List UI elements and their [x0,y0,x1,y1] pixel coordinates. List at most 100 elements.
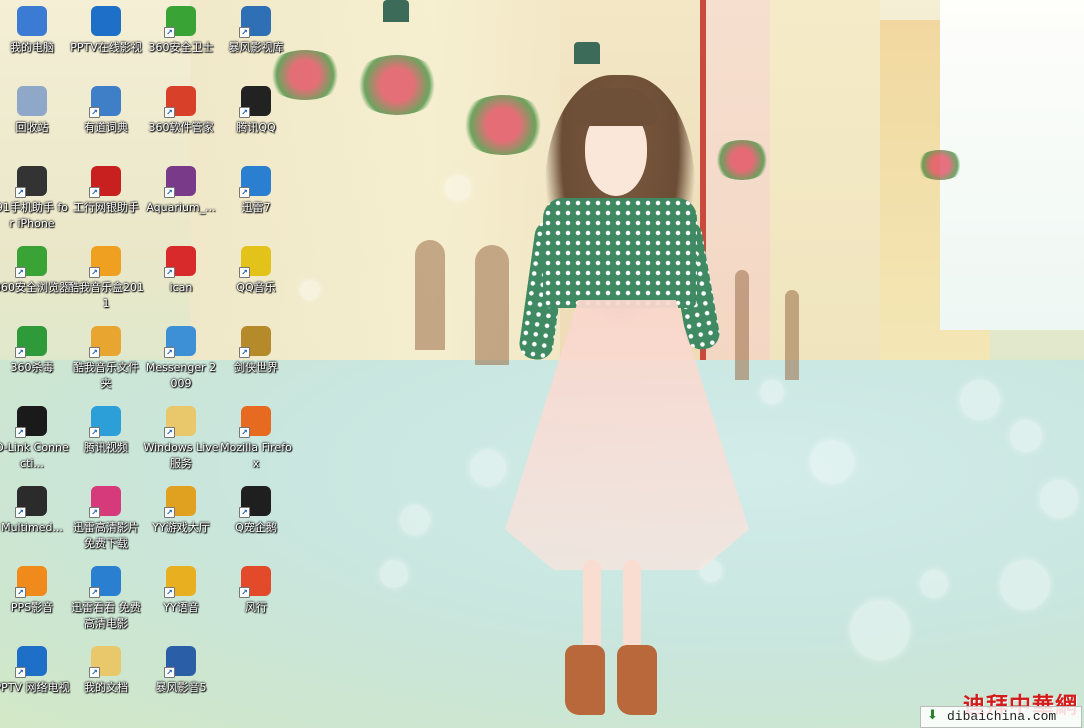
shortcut-arrow-icon: ↗ [164,507,175,518]
desktop-icon[interactable]: ↗ 工行网银助手 [68,160,144,238]
desktop-icon[interactable]: ↗ D-Link Connecti... [0,400,70,478]
desktop-icon[interactable]: ↗ Mozilla Firefox [218,400,294,478]
desktop-icon[interactable]: ↗ 腾讯视频 [68,400,144,478]
storm-video-icon: ↗ [239,6,271,38]
wallpaper-flowers [352,55,442,115]
shortcut-arrow-icon: ↗ [239,267,250,278]
desktop-icon[interactable]: ↗ Aquarium_... [143,160,219,238]
desktop-icon-label: 腾讯视频 [84,441,128,454]
desktop-icon[interactable]: ↗ PPTV 网络电视 [0,640,70,718]
yy-voice-icon: ↗ [164,566,196,598]
desktop-icon[interactable]: ↗ Windows Live 服务 [143,400,219,478]
desktop-icon-label: 工行网银助手 [73,201,139,214]
desktop-icon[interactable]: ↗ 风行 [218,560,294,638]
jianxia-game-icon: ↗ [239,326,271,358]
wallpaper-girl-illustration [505,70,755,728]
desktop-icon[interactable]: ↗ QQ音乐 [218,240,294,318]
bokeh-light [960,380,1000,420]
desktop-icon-label: PPTV在线影视 [70,41,142,54]
desktop-icon[interactable]: ↗ ican [143,240,219,318]
wallpaper-window [475,245,509,365]
desktop-icon-label: Multimed... [1,521,63,534]
desktop-icon[interactable]: ↗ 360安全卫士 [143,0,219,78]
desktop-icon-label: 迅雷看看 免费高清电影 [71,601,141,630]
desktop-icon[interactable]: ↗ 暴风影视库 [218,0,294,78]
archive-icon: ↗ [164,166,196,198]
desktop-icon-label: 360安全卫士 [148,41,214,54]
wallpaper-flowers [915,150,965,180]
q-pet-penguin-icon: ↗ [239,486,271,518]
funshion-icon: ↗ [239,566,271,598]
kuwo-folder-icon: ↗ [89,326,121,358]
desktop-icon[interactable]: ↗ 360杀毒 [0,320,70,398]
desktop-icon[interactable]: PPTV在线影视 [68,0,144,78]
pps-icon: ↗ [15,566,47,598]
shortcut-arrow-icon: ↗ [89,667,100,678]
desktop-icon[interactable]: ↗ 360软件管家 [143,80,219,158]
download-arrow-icon: ⬇ [927,708,938,723]
desktop-icon[interactable]: ↗ 暴风影音5 [143,640,219,718]
desktop-icon-label: Mozilla Firefox [220,441,292,470]
bokeh-light [445,175,471,201]
desktop-icon[interactable]: ↗ 迅雷7 [218,160,294,238]
phone-assistant-icon: ↗ [15,166,47,198]
desktop-icon-label: 我的电脑 [10,41,54,54]
desktop-icon[interactable]: 我的电脑 [0,0,70,78]
desktop-icon[interactable]: 回收站 [0,80,70,158]
desktop-icon[interactable]: ↗ Messenger 2009 [143,320,219,398]
desktop-icon-label: Messenger 2009 [145,361,217,390]
shortcut-arrow-icon: ↗ [164,107,175,118]
shortcut-arrow-icon: ↗ [239,27,250,38]
desktop-icon-label: 暴风影视库 [228,41,284,54]
desktop-icon-label: 风行 [245,601,267,614]
shortcut-arrow-icon: ↗ [164,667,175,678]
computer-icon [17,6,47,36]
desktop-icon[interactable]: ↗ 腾讯QQ [218,80,294,158]
desktop-icon[interactable]: ↗ Multimed... [0,480,70,558]
desktop-icon[interactable]: ↗ 剑侠世界 [218,320,294,398]
desktop-icon[interactable]: ↗ 酷我音乐文件夹 [68,320,144,398]
kuwo-music-icon: ↗ [89,246,121,278]
desktop-icon[interactable]: ↗ 迅雷高清影片免费下载 [68,480,144,558]
icbc-icon: ↗ [89,166,121,198]
shortcut-arrow-icon: ↗ [164,187,175,198]
desktop-icon[interactable]: ↗ 360安全浏览器 [0,240,70,318]
desktop-icon-label: 91手机助手 for iPhone [0,201,69,230]
desktop-icon[interactable]: ↗ PPS影音 [0,560,70,638]
xunlei-kankan-icon: ↗ [89,566,121,598]
desktop-icon[interactable]: ↗ 有道词典 [68,80,144,158]
shortcut-arrow-icon: ↗ [164,587,175,598]
desktop-icon-label: 有道词典 [84,121,128,134]
wallpaper-lamp [383,0,409,22]
thunder-bird-icon: ↗ [239,166,271,198]
shortcut-arrow-icon: ↗ [164,427,175,438]
desktop-icon-label: 迅雷7 [241,201,271,214]
desktop-icon-label: D-Link Connecti... [0,441,69,470]
desktop-icon-label: 360安全浏览器 [0,281,70,294]
yy-game-icon: ↗ [164,486,196,518]
desktop-icon-label: 回收站 [15,121,49,134]
desktop-icon[interactable]: ↗ 91手机助手 for iPhone [0,160,70,238]
desktop-icon-label: Windows Live 服务 [143,441,219,470]
desktop-icon[interactable]: ↗ 我的文档 [68,640,144,718]
shortcut-arrow-icon: ↗ [15,507,26,518]
tencent-video-icon: ↗ [89,406,121,438]
desktop-icon[interactable]: ↗ 酷我音乐盒2011 [68,240,144,318]
qq-music-icon: ↗ [239,246,271,278]
desktop-icon-label: Aquarium_... [146,201,216,214]
360-browser-icon: ↗ [15,246,47,278]
shortcut-arrow-icon: ↗ [89,267,100,278]
shortcut-arrow-icon: ↗ [239,587,250,598]
desktop-icon[interactable]: ↗ 迅雷看看 免费高清电影 [68,560,144,638]
storm-player-icon: ↗ [164,646,196,678]
360-safe-icon: ↗ [164,6,196,38]
shortcut-arrow-icon: ↗ [15,587,26,598]
desktop-icon-label: QQ音乐 [236,281,276,294]
desktop-icon[interactable]: ↗ YY游戏大厅 [143,480,219,558]
wallpaper-window [785,290,799,380]
watermark-bar: ⬇ dibaichina.com [920,706,1082,728]
bokeh-light [400,505,430,535]
desktop-icon[interactable]: ↗ YY语音 [143,560,219,638]
documents-folder-icon: ↗ [89,646,121,678]
desktop-icon[interactable]: ↗ Q宠企鹅 [218,480,294,558]
